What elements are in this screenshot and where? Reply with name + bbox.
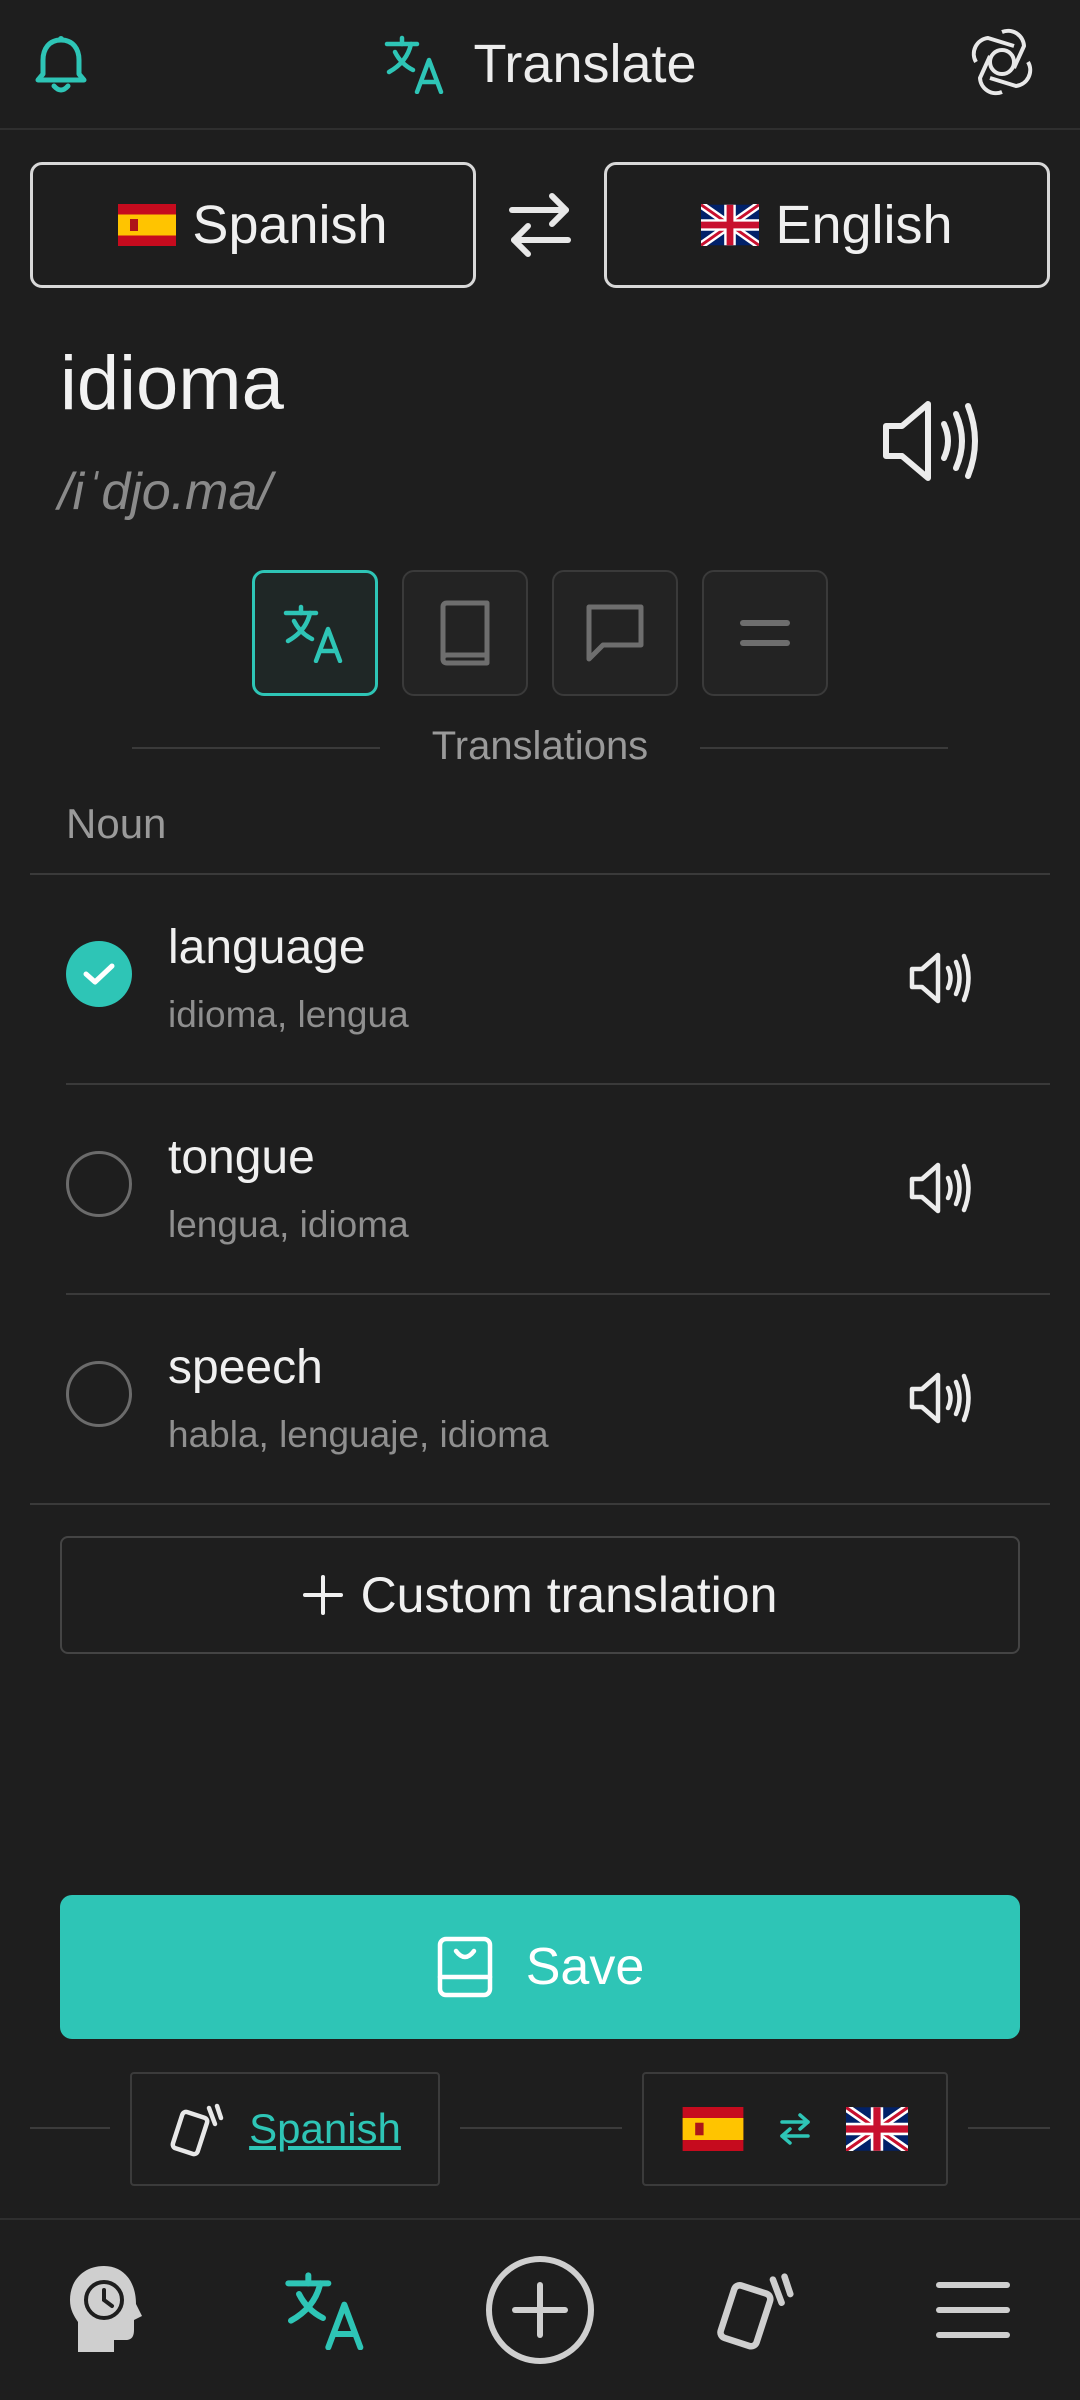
- hamburger-menu-icon: [935, 2279, 1011, 2341]
- translate-icon: [383, 34, 449, 94]
- language-pair-selector[interactable]: [642, 2072, 948, 2186]
- nav-translate[interactable]: [272, 2260, 382, 2360]
- chat-bubble-icon: [583, 601, 647, 665]
- tab-translations[interactable]: [252, 570, 378, 696]
- translation-row[interactable]: [30, 1085, 1050, 1293]
- section-divider-left: [132, 747, 380, 749]
- tab-synonyms[interactable]: [702, 570, 828, 696]
- section-title: Translations: [431, 724, 649, 768]
- phonetic-transcription: /iˈdjo.ma/: [58, 463, 272, 521]
- nav-cards[interactable]: [702, 2260, 812, 2360]
- check-icon: [82, 961, 116, 987]
- tab-examples[interactable]: [552, 570, 678, 696]
- uk-flag-icon: [701, 204, 760, 246]
- translation-synonyms: habla, lenguaje, idioma: [168, 1414, 549, 1455]
- speaker-icon[interactable]: [880, 396, 980, 486]
- plus-icon: [302, 1575, 343, 1615]
- translation-row[interactable]: [30, 875, 1050, 1083]
- speaker-icon[interactable]: [908, 1370, 974, 1426]
- openai-icon[interactable]: [966, 26, 1038, 98]
- custom-translation-button[interactable]: Custom translation: [60, 1536, 1020, 1654]
- header-title-group: Translate: [0, 24, 1080, 104]
- section-divider-right: [700, 747, 948, 749]
- save-bag-icon: [436, 1935, 494, 1999]
- divider: [30, 2127, 110, 2129]
- radio-unselected[interactable]: [66, 1361, 132, 1427]
- swap-languages-icon[interactable]: [502, 186, 578, 264]
- translation-synonyms: lengua, idioma: [168, 1204, 409, 1245]
- divider: [968, 2127, 1050, 2129]
- source-language-button[interactable]: Spanish: [30, 162, 476, 288]
- save-label: Save: [525, 1938, 645, 1996]
- nav-add[interactable]: [485, 2256, 595, 2364]
- deck-link[interactable]: Spanish: [249, 2105, 401, 2153]
- spain-flag-icon: [682, 2107, 744, 2151]
- equals-icon: [739, 617, 791, 649]
- speaker-icon[interactable]: [908, 950, 974, 1006]
- nav-menu[interactable]: [918, 2260, 1028, 2360]
- cards-icon: [169, 2100, 227, 2158]
- plus-circle-icon: [485, 2255, 595, 2365]
- translation-word: language: [168, 921, 366, 974]
- part-of-speech-label: Noun: [66, 800, 167, 847]
- cards-icon: [715, 2268, 799, 2352]
- head-history-icon: [64, 2262, 154, 2358]
- spain-flag-icon: [118, 204, 177, 246]
- radio-unselected[interactable]: [66, 1151, 132, 1217]
- translation-word: tongue: [168, 1131, 315, 1184]
- translation-word: speech: [168, 1341, 323, 1394]
- uk-flag-icon: [846, 2107, 908, 2151]
- deck-selector[interactable]: Spanish: [130, 2072, 440, 2186]
- translate-icon: [282, 2270, 372, 2350]
- translate-icon: [282, 603, 348, 663]
- divider: [460, 2127, 622, 2129]
- tab-dictionary[interactable]: [402, 570, 528, 696]
- book-icon: [437, 599, 493, 667]
- custom-translation-label: Custom translation: [360, 1567, 778, 1623]
- target-language-button[interactable]: English: [604, 162, 1050, 288]
- source-language-label: Spanish: [192, 195, 388, 255]
- speaker-icon[interactable]: [908, 1160, 974, 1216]
- translation-row[interactable]: [30, 1295, 1050, 1503]
- target-language-label: English: [775, 195, 953, 255]
- page-title: Translate: [473, 34, 697, 94]
- divider: [30, 1503, 1050, 1505]
- save-button[interactable]: Save: [60, 1895, 1020, 2039]
- source-word: idioma: [60, 341, 284, 426]
- radio-selected[interactable]: [66, 941, 132, 1007]
- nav-history[interactable]: [54, 2260, 164, 2360]
- swap-icon: [778, 2111, 812, 2147]
- translation-synonyms: idioma, lengua: [168, 994, 409, 1035]
